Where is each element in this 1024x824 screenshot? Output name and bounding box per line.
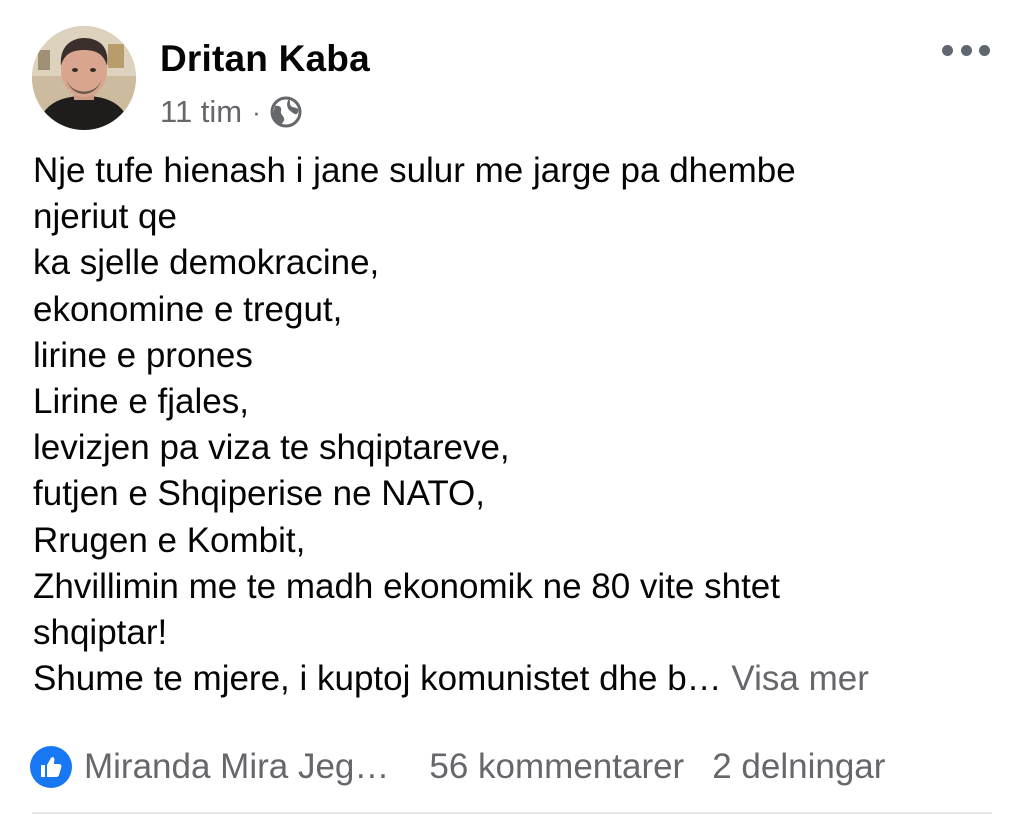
avatar[interactable] bbox=[32, 26, 136, 130]
post-meta: 11 tim · bbox=[160, 92, 303, 132]
post-line: shqiptar! bbox=[33, 613, 168, 653]
truncated-text: Shume te mjere, i kuptoj komunistet dhe … bbox=[33, 659, 722, 699]
author-name[interactable]: Dritan Kaba bbox=[160, 38, 370, 80]
shares-count-link[interactable]: 2 delningar bbox=[712, 747, 885, 787]
post-line: Nje tufe hienash i jane sulur me jarge p… bbox=[33, 151, 796, 190]
comments-count-link[interactable]: 56 kommentarer bbox=[429, 747, 684, 787]
like-icon[interactable] bbox=[30, 746, 72, 788]
post-line: njeriut qe bbox=[33, 197, 177, 237]
avatar-photo bbox=[32, 26, 136, 130]
more-dot bbox=[960, 44, 972, 56]
see-more-link[interactable]: Visa mer bbox=[731, 659, 868, 698]
post-line: lirine e prones bbox=[33, 335, 253, 375]
post-line: Rrugen e Kombit, bbox=[33, 520, 306, 560]
meta-separator: · bbox=[252, 96, 261, 127]
more-dot bbox=[942, 44, 953, 56]
post-body: Nje tufe hienash i jane sulur me jarge p… bbox=[33, 148, 993, 702]
facebook-post: Dritan Kaba 11 tim · Nje tufe hienash i … bbox=[0, 0, 1024, 824]
post-line: Zhvillimin me te madh ekonomik ne 80 vit… bbox=[33, 566, 780, 606]
post-line: ka sjelle demokracine, bbox=[33, 243, 380, 283]
post-line: Lirine e fjales, bbox=[33, 382, 249, 422]
post-line: levizjen pa viza te shqiptareve, bbox=[33, 428, 510, 468]
post-line: ekonomine e tregut, bbox=[33, 289, 343, 329]
reactors-link[interactable]: Miranda Mira Jeg… bbox=[84, 747, 389, 787]
post-time[interactable]: 11 tim bbox=[160, 94, 242, 130]
more-options-icon[interactable] bbox=[942, 38, 990, 62]
divider bbox=[32, 812, 992, 814]
post-footer: Miranda Mira Jeg… 56 kommentarer 2 delni… bbox=[30, 740, 992, 794]
post-last-line: Shume te mjere, i kuptoj komunistet dhe … bbox=[33, 656, 993, 702]
more-dot bbox=[979, 44, 990, 56]
globe-icon[interactable] bbox=[269, 95, 303, 129]
post-line: futjen e Shqiperise ne NATO, bbox=[33, 474, 486, 514]
